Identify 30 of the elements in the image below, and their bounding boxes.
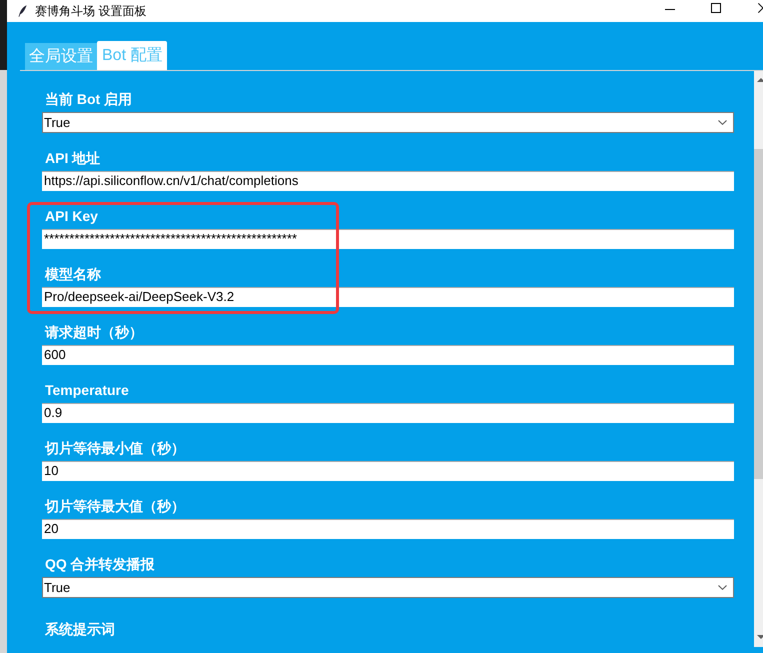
text-field[interactable]: **************************************************: [42, 229, 734, 249]
field-label: 切片等待最大值（秒）: [45, 497, 185, 516]
text-field[interactable]: 10: [42, 461, 734, 481]
scrollbar[interactable]: [754, 71, 763, 647]
minimize-icon[interactable]: [665, 8, 675, 10]
field-label: API Key: [45, 207, 98, 226]
field-label: 系统提示词: [45, 620, 115, 639]
field-label: 切片等待最小值（秒）: [45, 439, 185, 458]
text-field[interactable]: Pro/deepseek-ai/DeepSeek-V3.2: [42, 287, 734, 307]
window-title: 赛博角斗场 设置面板: [35, 2, 146, 20]
text-field[interactable]: https://api.siliconflow.cn/v1/chat/completions: [42, 171, 734, 191]
close-icon[interactable]: [758, 3, 763, 13]
field-label: QQ 合并转发播报: [45, 555, 155, 574]
scrollbar-thumb[interactable]: [754, 149, 763, 479]
maximize-icon[interactable]: [711, 3, 721, 13]
field-label: 请求超时（秒）: [45, 323, 143, 342]
dropdown-field[interactable]: True: [42, 112, 734, 133]
text-field[interactable]: 600: [42, 345, 734, 365]
field-label: 模型名称: [45, 265, 101, 284]
field-label: API 地址: [45, 149, 100, 168]
scroll-down-icon[interactable]: [757, 635, 763, 639]
field-label: 当前 Bot 启用: [45, 90, 132, 109]
scroll-up-icon[interactable]: [757, 78, 763, 82]
feather-icon: [18, 5, 27, 17]
dropdown-field[interactable]: True: [42, 577, 734, 598]
chevron-down-icon: [718, 585, 727, 590]
chevron-down-icon: [718, 120, 727, 125]
text-field[interactable]: 0.9: [42, 403, 734, 423]
text-field[interactable]: 20: [42, 519, 734, 539]
field-label: Temperature: [45, 381, 129, 400]
